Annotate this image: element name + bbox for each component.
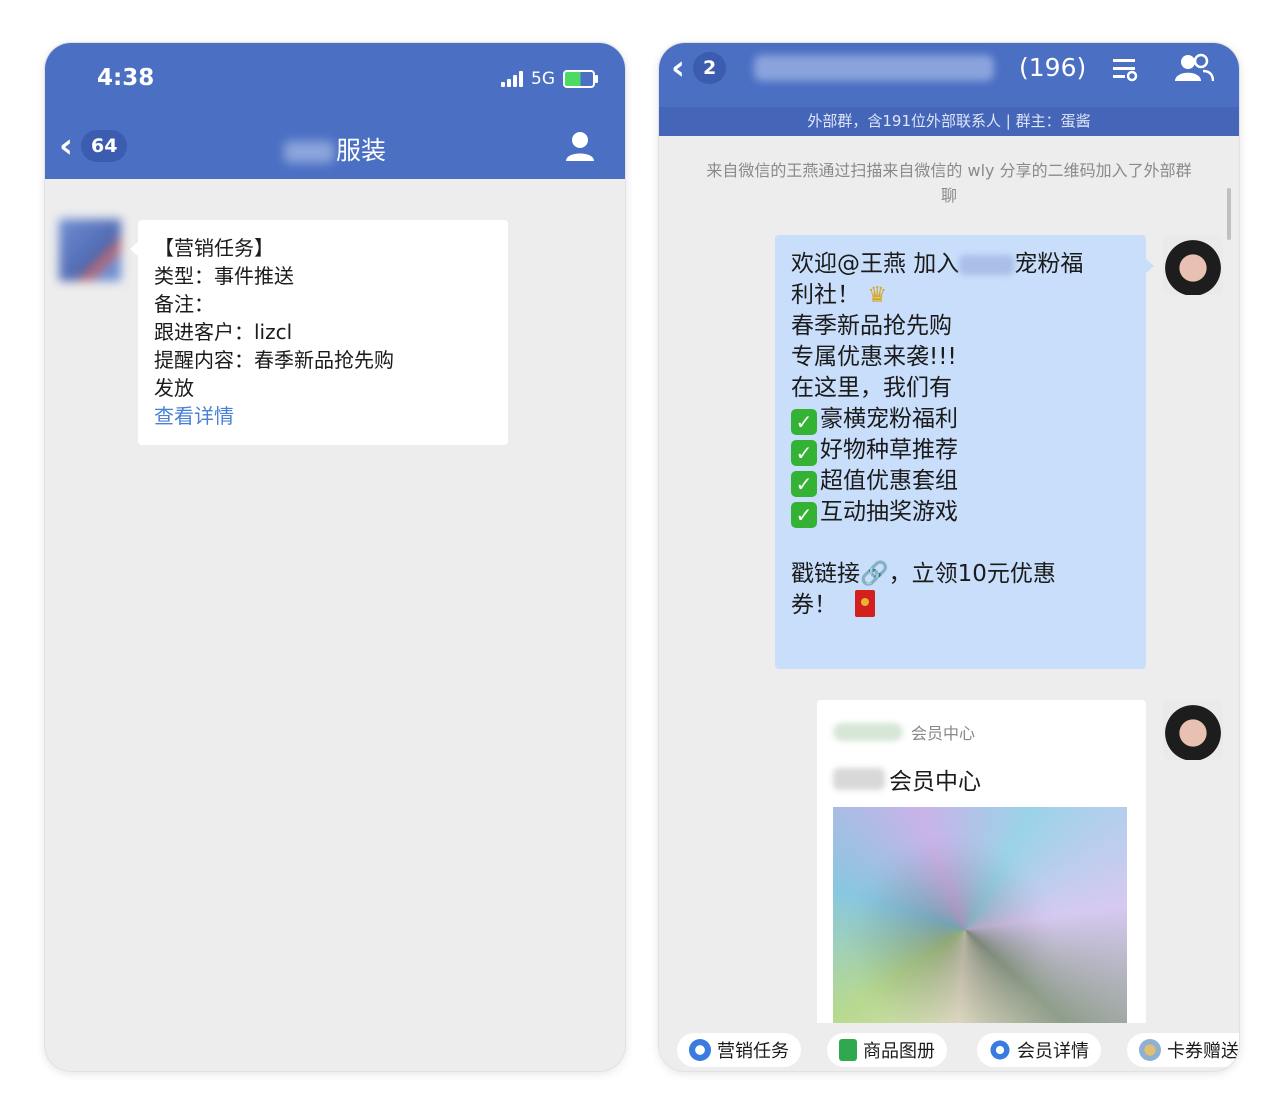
- welcome-message-bubble[interactable]: 欢迎@王燕 加入 宠粉福 利社！ ♛ 春季新品抢先购 专属优惠来袭!!! 在这里，…: [775, 235, 1154, 669]
- network-label: 5G: [531, 69, 555, 89]
- toolbar-label: 卡券赠送: [1167, 1041, 1239, 1062]
- blurred-brand: [959, 254, 1015, 275]
- check-icon: ✓: [791, 440, 817, 466]
- check-item-label: 好物种草推荐: [820, 437, 958, 463]
- mini-program-card[interactable]: 会员中心 会员中心: [817, 700, 1146, 1030]
- user-avatar[interactable]: [1163, 700, 1223, 760]
- battery-icon: [563, 70, 598, 88]
- user-avatar[interactable]: [1163, 235, 1223, 295]
- red-packet-icon: [855, 590, 875, 617]
- check-item-label: 超值优惠套组: [820, 468, 958, 494]
- coupon-icon: [1139, 1039, 1161, 1061]
- unread-count-badge: 2: [693, 52, 727, 84]
- welcome-line-2: 利社！ ♛: [791, 280, 1083, 311]
- chevron-left-icon: ‹: [671, 48, 686, 88]
- group-subtitle: 外部群，含191位外部联系人 | 群主：蛋酱: [659, 107, 1239, 136]
- toolbar-label: 商品图册: [863, 1041, 935, 1062]
- blurred-name: [283, 141, 334, 163]
- person-icon[interactable]: [563, 129, 597, 163]
- blurred-group-name: [754, 55, 994, 81]
- welcome-text-suffix: 宠粉福: [1014, 251, 1084, 277]
- chat-title: 服装: [45, 131, 625, 167]
- right-header: ‹ 2 (196) 外部群，含191位外部联系人 | 群主：蛋酱: [659, 43, 1239, 136]
- blurred-app-icon: [833, 723, 903, 741]
- system-join-note: 来自微信的王燕通过扫描来自微信的 wly 分享的二维码加入了外部群聊: [706, 161, 1192, 205]
- card-line-release: 发放: [154, 376, 194, 400]
- toolbar-label: 会员详情: [1017, 1041, 1089, 1062]
- card-line-title: 【营销任务】: [154, 236, 274, 260]
- check-item-label: 互动抽奖游戏: [820, 499, 958, 525]
- cta-line-2: 券！: [791, 590, 1083, 621]
- left-phone-screen: 4:38 5G ‹ 64 服装 【营销任务】 类型：事件推送 备注： 跟进客户：…: [45, 43, 625, 1071]
- check-item-label: 豪横宠粉福利: [820, 406, 958, 432]
- signal-icon: [501, 71, 523, 87]
- check-icon: ✓: [791, 471, 817, 497]
- mini-program-cover-image: [833, 807, 1127, 1030]
- toolbar-coupon-gift[interactable]: 卡券赠送: [1127, 1033, 1239, 1067]
- check-icon: ✓: [791, 409, 817, 435]
- status-bar-right: 5G: [501, 69, 598, 89]
- crown-icon: ♛: [867, 283, 888, 308]
- mini-program-source-label: 会员中心: [911, 724, 976, 743]
- check-item: ✓ 豪横宠粉福利: [791, 404, 1083, 435]
- mini-program-title: 会员中心: [833, 762, 981, 796]
- cta-line-2-text: 券！: [791, 592, 837, 618]
- mini-program-title-text: 会员中心: [889, 769, 981, 795]
- promo-line: 春季新品抢先购: [791, 313, 952, 339]
- welcome-text: 欢迎@王燕 加入: [791, 251, 960, 277]
- check-item: ✓ 超值优惠套组: [791, 466, 1083, 497]
- member-count: (196): [1019, 53, 1087, 82]
- check-icon: ✓: [791, 502, 817, 528]
- member-details-icon: [989, 1039, 1011, 1061]
- cta-line: 戳链接🔗，立领10元优惠: [791, 561, 1056, 587]
- chat-title-text: 服装: [335, 136, 386, 165]
- scrollbar[interactable]: [1227, 188, 1231, 240]
- sender-avatar[interactable]: [59, 219, 121, 281]
- left-header: 4:38 5G ‹ 64 服装: [45, 43, 625, 179]
- check-item: ✓ 互动抽奖游戏: [791, 497, 1083, 528]
- toolbar-member-details[interactable]: 会员详情: [977, 1033, 1101, 1067]
- intro-line: 在这里，我们有: [791, 375, 952, 401]
- toolbar-marketing-task[interactable]: 营销任务: [677, 1033, 801, 1067]
- view-details-link[interactable]: 查看详情: [154, 402, 394, 430]
- product-album-icon: [839, 1039, 857, 1061]
- mini-program-source: 会员中心: [833, 720, 975, 744]
- card-line-note: 备注：: [154, 292, 214, 316]
- right-phone-screen: ‹ 2 (196) 外部群，含191位外部联系人 | 群主：蛋酱 来自微信的王燕…: [659, 43, 1239, 1071]
- check-item: ✓ 好物种草推荐: [791, 435, 1083, 466]
- group-members-icon[interactable]: [1174, 53, 1214, 83]
- toolbar-product-album[interactable]: 商品图册: [827, 1033, 947, 1067]
- offer-line: 专属优惠来袭!!!: [791, 344, 957, 370]
- welcome-line-1: 欢迎@王燕 加入 宠粉福: [791, 249, 1083, 280]
- quick-action-toolbar: 营销任务 商品图册 会员详情 卡券赠送: [659, 1023, 1239, 1071]
- blurred-brand: [833, 768, 885, 790]
- toolbar-label: 营销任务: [717, 1041, 789, 1062]
- welcome-line-2-text: 利社！: [791, 282, 860, 308]
- menu-list-icon[interactable]: [1111, 55, 1139, 83]
- back-button[interactable]: ‹ 2: [671, 48, 727, 88]
- marketing-task-icon: [689, 1039, 711, 1061]
- status-time: 4:38: [97, 65, 155, 91]
- card-line-type: 类型：事件推送: [154, 264, 294, 288]
- card-line-reminder: 提醒内容：春季新品抢先购: [154, 348, 394, 372]
- card-line-customer: 跟进客户：lizcl: [154, 320, 293, 344]
- marketing-task-card[interactable]: 【营销任务】 类型：事件推送 备注： 跟进客户：lizcl 提醒内容：春季新品抢…: [130, 220, 508, 445]
